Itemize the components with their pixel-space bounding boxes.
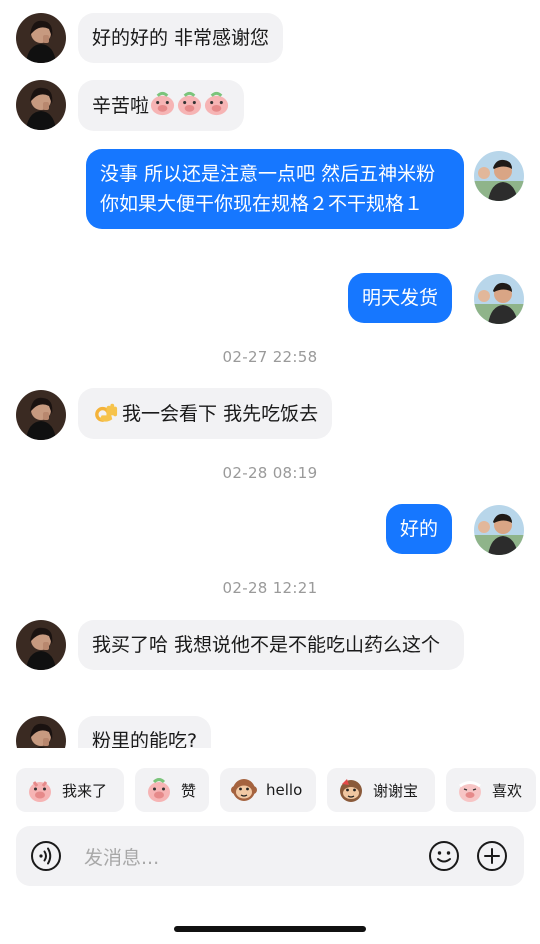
pig-sticker-icon (145, 776, 173, 804)
pig-sticker-icon (26, 776, 54, 804)
ok-hand-emoji-icon (92, 398, 118, 425)
contact-avatar[interactable] (16, 716, 66, 748)
quick-reply-chip[interactable]: 我来了 (16, 768, 124, 812)
timestamp: 02-28 08:19 (222, 464, 318, 482)
outgoing-message-bubble[interactable]: 没事 所以还是注意一点吧 然后五神米粉你如果大便干你现在规格２不干规格１ (86, 149, 464, 229)
outgoing-message-bubble[interactable]: 好的 (386, 504, 453, 554)
pig-face-emoji-icon (176, 90, 203, 117)
pig-face-emoji-icon (203, 90, 230, 117)
incoming-message-bubble[interactable]: 粉里的能吃? (78, 716, 212, 748)
emoji-face-icon[interactable] (428, 840, 460, 872)
quick-reply-chip[interactable]: 赞 (135, 768, 209, 812)
my-avatar[interactable] (474, 505, 524, 555)
message-text: 没事 所以还是注意一点吧 然后五神米粉你如果大便干你现在规格２不干规格１ (100, 163, 436, 215)
chat-message-list[interactable]: 好的好的 非常感谢您 辛苦啦 没事 所以还是注意一点吧 然后五神米粉你如果大便干… (0, 0, 540, 748)
pig-face-emoji-icon (149, 90, 176, 117)
plus-icon[interactable] (476, 840, 508, 872)
timestamp: 02-28 12:21 (222, 579, 318, 597)
monkey-sticker-icon (230, 776, 258, 804)
message-text: 辛苦啦 (92, 95, 150, 117)
incoming-message-bubble[interactable]: 我一会看下 我先吃饭去 (78, 388, 333, 439)
incoming-message-bubble[interactable]: 我买了哈 我想说他不是不能吃山药么这个 (78, 620, 464, 670)
message-text: 我一会看下 我先吃饭去 (122, 403, 319, 425)
quick-reply-bar: 我来了 赞 hello 谢谢宝 喜欢 (0, 768, 540, 812)
chip-label: 喜欢 (492, 781, 523, 800)
my-avatar[interactable] (474, 151, 524, 201)
chip-label: 我来了 (62, 781, 108, 800)
contact-avatar[interactable] (16, 80, 66, 130)
message-text: 粉里的能吃? (92, 730, 198, 748)
contact-avatar[interactable] (16, 620, 66, 670)
message-text: 我买了哈 我想说他不是不能吃山药么这个 (92, 634, 441, 656)
timestamp: 02-27 22:58 (222, 348, 318, 366)
incoming-message-bubble[interactable]: 辛苦啦 (78, 80, 245, 131)
message-text: 好的好的 非常感谢您 (92, 27, 270, 49)
chip-label: hello (266, 781, 303, 799)
pig-sticker-icon (456, 776, 484, 804)
voice-icon[interactable] (30, 840, 62, 872)
quick-reply-chip[interactable]: 谢谢宝 (327, 768, 435, 812)
message-text: 好的 (400, 518, 439, 540)
message-row: 辛苦啦 (0, 80, 540, 132)
message-text: 明天发货 (362, 287, 439, 309)
contact-avatar[interactable] (16, 13, 66, 63)
chip-label: 赞 (181, 781, 197, 800)
message-row: 粉里的能吃? (0, 716, 540, 748)
chip-label: 谢谢宝 (373, 781, 419, 800)
message-row: 没事 所以还是注意一点吧 然后五神米粉你如果大便干你现在规格２不干规格１ (0, 149, 540, 257)
contact-avatar[interactable] (16, 390, 66, 440)
message-row: 我一会看下 我先吃饭去 (0, 388, 540, 440)
monkey-sticker-icon (337, 776, 365, 804)
message-input-bar: 发消息... (16, 826, 524, 886)
quick-reply-chip[interactable]: hello (220, 768, 316, 812)
outgoing-message-bubble[interactable]: 明天发货 (348, 273, 453, 323)
quick-reply-chip[interactable]: 喜欢 (446, 768, 536, 812)
message-row: 好的好的 非常感谢您 (0, 13, 540, 65)
message-row: 好的 (0, 504, 540, 556)
incoming-message-bubble[interactable]: 好的好的 非常感谢您 (78, 13, 284, 63)
my-avatar[interactable] (474, 274, 524, 324)
message-row: 明天发货 (0, 273, 540, 325)
home-indicator[interactable] (174, 926, 366, 932)
message-row: 我买了哈 我想说他不是不能吃山药么这个 (0, 620, 540, 700)
message-input[interactable]: 发消息... (84, 843, 159, 870)
